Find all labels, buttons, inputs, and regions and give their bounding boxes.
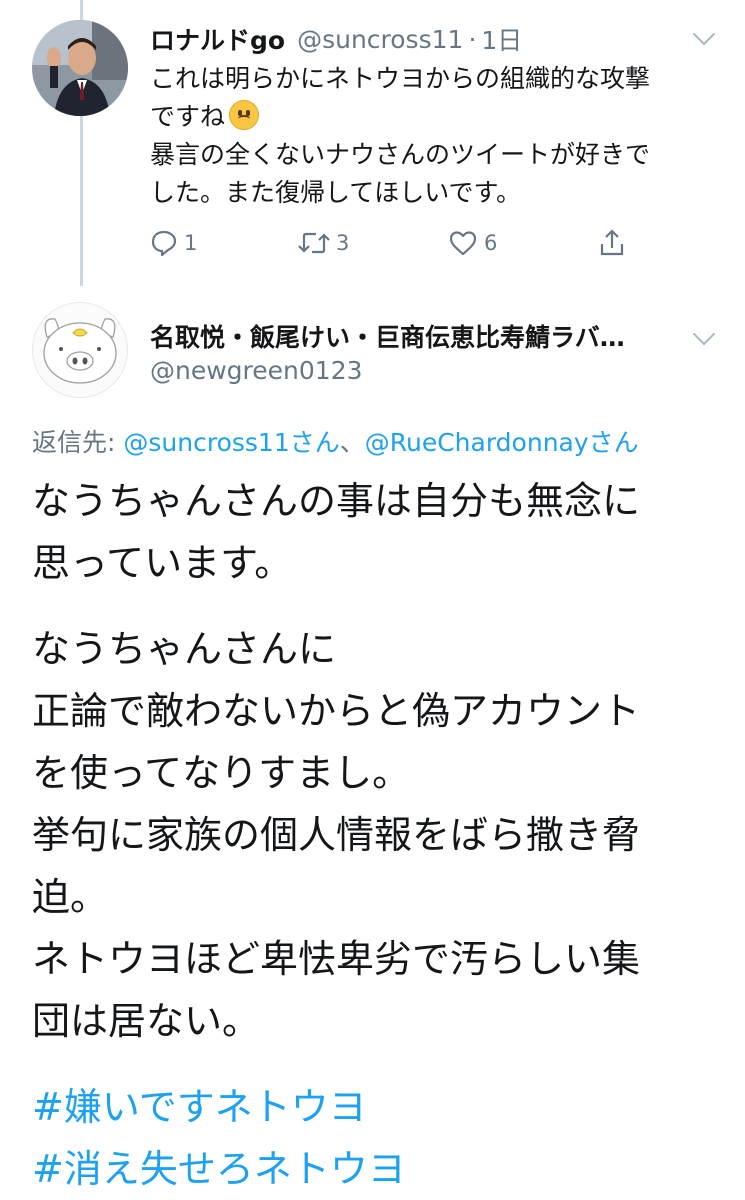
- reply-separator: 、: [339, 428, 365, 457]
- retweet-icon: [298, 229, 330, 257]
- retweet-button[interactable]: 3: [298, 226, 349, 260]
- tweet-text-line: 正論で敵わないからと偽アカウント: [32, 689, 641, 733]
- timestamp[interactable]: 1日: [481, 21, 522, 57]
- hashtag-link[interactable]: #嫌いですネトウヨ: [32, 1076, 722, 1138]
- hashtag-link[interactable]: #消え失せろネトウヨ: [32, 1138, 722, 1200]
- tweet-text-line: 迫。: [32, 875, 109, 919]
- display-name[interactable]: ロナルドgo: [150, 21, 285, 57]
- reply-to-link[interactable]: @RueChardonnayさん: [365, 428, 639, 457]
- tweet-text-line: を使ってなりすまし。: [32, 751, 411, 795]
- tweet-actions: 1 3 6: [150, 226, 640, 260]
- tweet-text-line: これは明らかにネトウヨからの組織的な攻撃: [150, 64, 651, 93]
- chevron-down-icon[interactable]: [692, 322, 716, 346]
- tweet-text-line: ネトウヨほど卑怯卑劣で汚らしい集: [32, 937, 641, 981]
- reply-prefix: 返信先:: [32, 428, 124, 457]
- user-handle[interactable]: @suncross11: [297, 25, 463, 54]
- like-button[interactable]: 6: [448, 226, 497, 260]
- retweet-count: 3: [336, 231, 350, 255]
- tweet-text-line: なうちゃんさんの事は自分も無念に: [32, 479, 641, 523]
- tweet-header: ロナルドgo @suncross11 · 1日: [150, 22, 715, 56]
- share-icon: [598, 228, 626, 258]
- reply-button[interactable]: 1: [150, 226, 197, 260]
- share-button[interactable]: [598, 226, 626, 260]
- frowning-face-emoji-icon: [229, 100, 260, 130]
- tweet-text-line: した。また復帰してほしいです。: [150, 178, 522, 207]
- tweet-text-line: 思っています。: [32, 541, 293, 585]
- reply-icon: [150, 229, 178, 257]
- tweet-text-line: 暴言の全くないナウさんのツイートが好きで: [150, 140, 651, 169]
- avatar[interactable]: [32, 302, 128, 398]
- reply-count: 1: [184, 231, 198, 255]
- user-handle[interactable]: @newgreen0123: [150, 356, 363, 385]
- avatar[interactable]: [32, 20, 128, 116]
- like-icon: [448, 229, 478, 257]
- tweet-text-line: 挙句に家族の個人情報をばら撒き脅: [32, 813, 641, 857]
- tweet-text-line: 団は居ない。: [32, 999, 261, 1043]
- reply-context: 返信先: @suncross11さん、@RueChardonnayさん: [32, 423, 639, 459]
- tweet-text-line: ですね: [150, 102, 226, 131]
- reply-to-link[interactable]: @suncross11さん: [123, 428, 339, 457]
- separator-dot: ·: [468, 24, 477, 54]
- tweet-text: これは明らかにネトウヨからの組織的な攻撃 ですね 暴言の全くないナウさんのツイー…: [150, 60, 730, 212]
- tweet-text-line: なうちゃんさんに: [32, 627, 337, 671]
- display-name[interactable]: 名取悦・飯尾けい・巨商伝恵比寿鯖ラバ…: [150, 318, 690, 354]
- tweet-text: なうちゃんさんの事は自分も無念に 思っています。 なうちゃんさんに 正論で敵わな…: [32, 470, 722, 1200]
- like-count: 6: [484, 231, 498, 255]
